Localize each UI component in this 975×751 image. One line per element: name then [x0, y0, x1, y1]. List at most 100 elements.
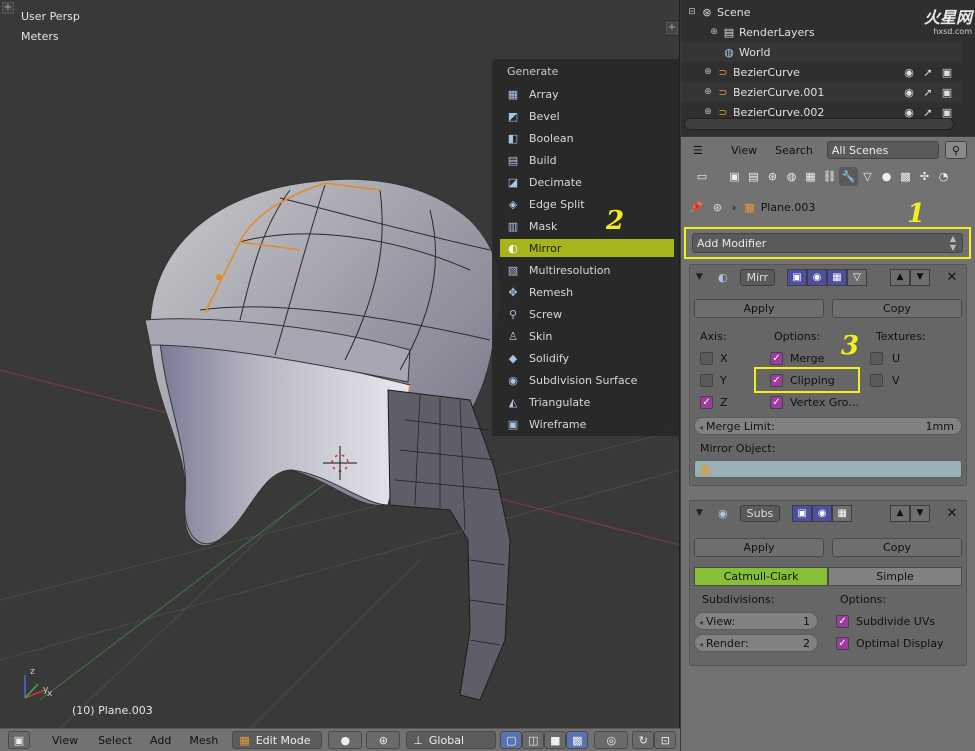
- snap-button[interactable]: ↻: [632, 731, 655, 749]
- expand-icon[interactable]: ⊕: [703, 107, 713, 117]
- outliner-view-menu[interactable]: View: [731, 144, 757, 157]
- mirror-object-field[interactable]: ▦: [694, 460, 962, 478]
- expand-icon[interactable]: ⊕: [703, 67, 713, 77]
- render-levels-field[interactable]: ◂ Render: 2: [694, 634, 818, 652]
- texture-tab-icon[interactable]: ▩: [896, 167, 915, 186]
- merge-limit-field[interactable]: ◂ Merge Limit: 1mm: [694, 417, 962, 435]
- area-split-icon[interactable]: +: [2, 2, 14, 14]
- apply-button[interactable]: Apply: [694, 538, 824, 557]
- move-down-icon[interactable]: ▼: [910, 268, 930, 286]
- editmode-toggle-icon[interactable]: ▦: [827, 268, 848, 286]
- outliner-horizontal-scrollbar[interactable]: [684, 118, 954, 130]
- copy-button[interactable]: Copy: [832, 299, 962, 318]
- vertex-select-button[interactable]: ▢: [500, 731, 523, 749]
- texture-u-checkbox[interactable]: [870, 352, 883, 365]
- visibility-eye-icon[interactable]: ◉: [902, 85, 916, 99]
- properties-editor-type-icon[interactable]: ▭: [689, 167, 715, 186]
- view-levels-field[interactable]: ◂ View: 1: [694, 612, 818, 630]
- outliner-search-menu[interactable]: Search: [775, 144, 813, 157]
- menu-item-screw[interactable]: ⚲ Screw: [500, 305, 674, 323]
- scene-tab-icon[interactable]: ⊛: [763, 167, 782, 186]
- copy-button[interactable]: Copy: [832, 538, 962, 557]
- render-toggle-icon[interactable]: ▣: [787, 268, 808, 286]
- axis-y-checkbox[interactable]: [700, 374, 713, 387]
- menu-item-array[interactable]: ▦ Array: [500, 85, 674, 103]
- texture-v-checkbox[interactable]: [870, 374, 883, 387]
- limit-selection-button[interactable]: ▩: [566, 731, 589, 749]
- world-tab-icon[interactable]: ◍: [782, 167, 801, 186]
- menu-item-build[interactable]: ▤ Build: [500, 151, 674, 169]
- area-split-icon[interactable]: +: [666, 22, 678, 34]
- render-camera-icon[interactable]: ▣: [940, 85, 954, 99]
- subdivide-uvs-checkbox[interactable]: ✓: [836, 615, 849, 628]
- render-toggle-icon[interactable]: ▣: [792, 504, 813, 522]
- move-up-icon[interactable]: ▲: [890, 504, 910, 522]
- select-menu[interactable]: Select: [98, 731, 132, 749]
- orientation-selector[interactable]: ⊥ Global: [406, 731, 497, 749]
- render-tab-icon[interactable]: ▣: [725, 167, 744, 186]
- menu-item-remesh[interactable]: ✥ Remesh: [500, 283, 674, 301]
- menu-item-decimate[interactable]: ◪ Decimate: [500, 173, 674, 191]
- render-layers-tab-icon[interactable]: ▤: [744, 167, 763, 186]
- menu-item-triangulate[interactable]: ◭ Triangulate: [500, 393, 674, 411]
- move-up-icon[interactable]: ▲: [890, 268, 910, 286]
- menu-item-subdivision-surface[interactable]: ◉ Subdivision Surface: [500, 371, 674, 389]
- visibility-eye-icon[interactable]: ◉: [902, 105, 916, 119]
- select-arrow-icon[interactable]: ➚: [921, 65, 935, 79]
- apply-button[interactable]: Apply: [694, 299, 824, 318]
- outliner-row-beziercurve-001[interactable]: ⊕ ⊃ BezierCurve.001: [681, 82, 961, 102]
- shading-button[interactable]: ●: [328, 731, 363, 749]
- merge-checkbox[interactable]: ✓: [770, 352, 783, 365]
- collapse-icon[interactable]: ⊟: [687, 7, 697, 17]
- display-mode-select[interactable]: All Scenes: [826, 141, 939, 159]
- decrement-arrow-icon[interactable]: ◂: [699, 423, 703, 432]
- menu-item-mirror[interactable]: ◐ Mirror: [500, 239, 674, 257]
- expand-icon[interactable]: ⊕: [703, 87, 713, 97]
- menu-item-multiresolution[interactable]: ▧ Multiresolution: [500, 261, 674, 279]
- cage-toggle-icon[interactable]: ▽: [847, 268, 868, 286]
- mode-selector[interactable]: ▦ Edit Mode: [232, 731, 323, 749]
- selected-vertex[interactable]: [216, 274, 222, 280]
- pivot-button[interactable]: ⊛: [366, 731, 401, 749]
- data-tab-icon[interactable]: ▽: [858, 167, 877, 186]
- collapse-triangle-icon[interactable]: ▼: [696, 272, 710, 282]
- modifiers-tab-icon[interactable]: 🔧: [839, 166, 858, 186]
- add-menu[interactable]: Add: [150, 731, 171, 749]
- 3d-viewport[interactable]: z y x User Persp Meters (10) Plane.003 +…: [0, 0, 680, 728]
- proportional-edit-button[interactable]: ◎: [594, 731, 629, 749]
- outliner-row-beziercurve[interactable]: ⊕ ⊃ BezierCurve: [681, 62, 961, 82]
- menu-item-edge-split[interactable]: ◈ Edge Split: [500, 195, 674, 213]
- edge-select-button[interactable]: ◫: [522, 731, 545, 749]
- catmull-clark-button[interactable]: Catmull-Clark: [694, 567, 828, 586]
- remove-modifier-icon[interactable]: ✕: [944, 505, 960, 522]
- menu-item-boolean[interactable]: ◧ Boolean: [500, 129, 674, 147]
- menu-item-wireframe[interactable]: ▣ Wireframe: [500, 415, 674, 433]
- snap-target-button[interactable]: ⊡: [654, 731, 677, 749]
- viewport-toggle-icon[interactable]: ◉: [807, 268, 828, 286]
- menu-item-skin[interactable]: ♙ Skin: [500, 327, 674, 345]
- select-arrow-icon[interactable]: ➚: [921, 105, 935, 119]
- expand-icon[interactable]: ⊕: [709, 27, 719, 37]
- select-arrow-icon[interactable]: ➚: [921, 85, 935, 99]
- render-camera-icon[interactable]: ▣: [940, 65, 954, 79]
- vertex-groups-checkbox[interactable]: ✓: [770, 396, 783, 409]
- editor-type-button[interactable]: ▣: [8, 731, 30, 749]
- face-select-button[interactable]: ■: [544, 731, 567, 749]
- decrement-arrow-icon[interactable]: ◂: [699, 618, 703, 627]
- material-tab-icon[interactable]: ●: [877, 167, 896, 186]
- modifier-name-field[interactable]: Subs: [739, 504, 781, 522]
- simple-button[interactable]: Simple: [828, 567, 962, 586]
- move-down-icon[interactable]: ▼: [910, 504, 930, 522]
- outliner-row-world[interactable]: ◍ World: [681, 42, 961, 62]
- remove-modifier-icon[interactable]: ✕: [944, 269, 960, 286]
- constraints-tab-icon[interactable]: ⛓: [820, 167, 839, 186]
- object-tab-icon[interactable]: ▦: [801, 167, 820, 186]
- outliner-editor-type-icon[interactable]: ☰: [693, 144, 719, 157]
- render-camera-icon[interactable]: ▣: [940, 105, 954, 119]
- viewport-toggle-icon[interactable]: ◉: [812, 504, 833, 522]
- collapse-triangle-icon[interactable]: ▼: [696, 508, 710, 518]
- search-icon[interactable]: ⚲: [944, 141, 967, 159]
- modifier-name-field[interactable]: Mirr: [739, 268, 776, 286]
- pin-icon[interactable]: 📌: [689, 201, 703, 214]
- mesh-menu[interactable]: Mesh: [189, 731, 218, 749]
